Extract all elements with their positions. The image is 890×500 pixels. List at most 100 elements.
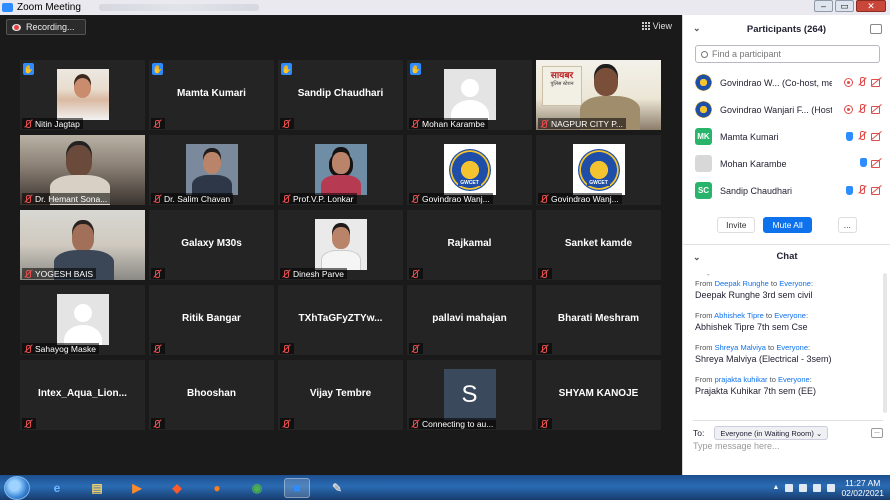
chevron-down-icon[interactable]: ⌄ (693, 23, 701, 34)
mic-muted-icon[interactable] (857, 131, 867, 141)
participant-tile[interactable]: Sanket kamde (536, 210, 661, 280)
rec-icon[interactable] (844, 77, 853, 87)
zoom-taskbar-icon[interactable]: ■ (284, 477, 310, 498)
flag-icon[interactable] (785, 483, 794, 492)
chat-more-icon[interactable]: … (871, 428, 883, 438)
participant-label: Govindrao Wanj... (538, 193, 622, 204)
recipient-dropdown[interactable]: Everyone (in Waiting Room) ⌄ (714, 426, 829, 440)
monitor-icon[interactable] (813, 483, 822, 492)
participant-tile[interactable]: Mamta Kumari ✋ (149, 60, 274, 130)
participant-name: Mamta Kumari (720, 131, 779, 142)
internet-explorer-icon[interactable]: e (44, 478, 70, 498)
participant-tile[interactable]: GWCET Govindrao Wanj... (407, 135, 532, 205)
recording-indicator[interactable]: Recording... (6, 19, 86, 35)
participant-name: Nitin Jagtap (35, 118, 80, 129)
chevron-down-icon[interactable]: ⌄ (693, 252, 701, 263)
mic-muted-icon (281, 344, 291, 354)
participant-search-input[interactable]: Find a participant (695, 45, 880, 63)
invite-button[interactable]: Invite (717, 217, 756, 233)
participant-tile[interactable]: Sandip Chaudhari ✋ (278, 60, 403, 130)
participant-tile[interactable]: SHYAM KANOJE (536, 360, 661, 430)
raised-hand-icon[interactable] (846, 185, 853, 195)
participant-label: Dr. Salim Chavan (151, 193, 234, 204)
mic-muted-icon[interactable] (857, 77, 867, 87)
mic-muted-icon (410, 419, 420, 429)
volume-icon[interactable] (827, 483, 836, 492)
participant-tile[interactable]: YOGESH BAIS (20, 210, 145, 280)
network-icon[interactable] (799, 483, 808, 492)
participant-status-icons (846, 185, 882, 195)
sender-name[interactable]: Deepak Runghe (715, 279, 769, 288)
participant-tile[interactable]: S Connecting to au... (407, 360, 532, 430)
video-off-icon[interactable] (871, 159, 882, 168)
participant-tile[interactable]: Bhooshan (149, 360, 274, 430)
video-off-icon[interactable] (871, 105, 882, 114)
participant-row[interactable]: Mohan Karambe (683, 150, 890, 177)
participant-display-name: Galaxy M30s (181, 238, 242, 249)
participant-row[interactable]: Govindrao W... (Co-host, me) (683, 69, 890, 96)
paint-icon[interactable]: ✎ (324, 478, 350, 498)
file-explorer-icon[interactable]: ▤ (84, 478, 110, 498)
participant-tile[interactable]: ✋ Nitin Jagtap (20, 60, 145, 130)
taskbar-clock[interactable]: 11:27 AM 02/02/2021 (841, 478, 884, 498)
participant-tile[interactable]: Intex_Aqua_Lion... (20, 360, 145, 430)
participant-tile[interactable]: ✋ Mohan Karambe (407, 60, 532, 130)
participant-label (151, 418, 165, 429)
mic-muted-icon[interactable] (857, 185, 867, 195)
participant-row[interactable]: SC Sandip Chaudhari (683, 177, 890, 204)
participant-tile[interactable]: Vijay Tembre (278, 360, 403, 430)
raised-hand-icon[interactable] (860, 158, 867, 167)
participant-tile[interactable]: सायबर पुलिस स्टेशन NAGPUR CITY P... (536, 60, 661, 130)
raised-hand-icon[interactable] (846, 131, 853, 141)
participant-row[interactable]: Govindrao Wanjari F... (Host) (683, 96, 890, 123)
popout-icon[interactable] (870, 24, 882, 34)
participant-tile[interactable]: Rajkamal (407, 210, 532, 280)
participant-tile[interactable]: Bharati Meshram (536, 285, 661, 355)
participant-name: Dr. Hemant Sona... (35, 193, 108, 204)
close-button[interactable]: ✕ (856, 0, 886, 12)
participant-tile[interactable]: Ritik Bangar (149, 285, 274, 355)
participant-tile[interactable]: Galaxy M30s (149, 210, 274, 280)
participant-tile[interactable]: Dr. Salim Chavan (149, 135, 274, 205)
chrome-icon[interactable]: ◉ (244, 478, 270, 498)
minimize-button[interactable]: – (814, 0, 833, 12)
participant-tile[interactable]: TXhTaGFyZTYw... (278, 285, 403, 355)
mic-muted-icon (410, 194, 420, 204)
video-off-icon[interactable] (871, 186, 882, 195)
participant-tile[interactable]: Prof.V.P. Lonkar (278, 135, 403, 205)
video-off-icon[interactable] (871, 78, 882, 87)
participant-row[interactable]: MK Mamta Kumari (683, 123, 890, 150)
rec-icon[interactable] (844, 104, 853, 114)
participant-label (280, 118, 294, 129)
recipient-name[interactable]: Everyone (774, 311, 806, 320)
participant-tile[interactable]: Dr. Hemant Sona... (20, 135, 145, 205)
recipient-name[interactable]: Everyone (776, 343, 808, 352)
participant-tile[interactable]: Dinesh Parve (278, 210, 403, 280)
participant-tile[interactable]: GWCET Govindrao Wanj... (536, 135, 661, 205)
participant-tile[interactable]: Sahayog Maske (20, 285, 145, 355)
sender-name[interactable]: Abhishek Tipre (714, 311, 764, 320)
mic-muted-icon (23, 194, 33, 204)
participant-tile[interactable]: pallavi mahajan (407, 285, 532, 355)
college-logo-icon (695, 74, 712, 91)
zoom-app-icon (2, 3, 13, 12)
maximize-button[interactable]: ▭ (835, 0, 854, 12)
media-player-icon[interactable]: ▶ (124, 478, 150, 498)
firefox-icon[interactable]: ● (204, 478, 230, 498)
tray-expand-icon[interactable]: ▲ (773, 484, 780, 491)
sender-name[interactable]: Shreya Malviya (715, 343, 766, 352)
start-button[interactable] (4, 475, 30, 500)
participant-name: Mohan Karambe (422, 118, 485, 129)
brave-browser-icon[interactable]: ◆ (164, 478, 190, 498)
mute-all-button[interactable]: Mute All (763, 217, 812, 233)
chat-scrollbar[interactable] (883, 273, 887, 413)
participant-label (538, 418, 552, 429)
video-off-icon[interactable] (871, 132, 882, 141)
sender-name[interactable]: prajakta kuhikar (715, 375, 768, 384)
view-button[interactable]: View (641, 21, 672, 31)
recipient-name[interactable]: Everyone (779, 279, 811, 288)
recipient-name[interactable]: Everyone (778, 375, 810, 384)
mic-muted-icon[interactable] (857, 104, 867, 114)
more-options-button[interactable]: ... (837, 217, 857, 233)
chat-input[interactable]: Type message here... (693, 441, 780, 451)
